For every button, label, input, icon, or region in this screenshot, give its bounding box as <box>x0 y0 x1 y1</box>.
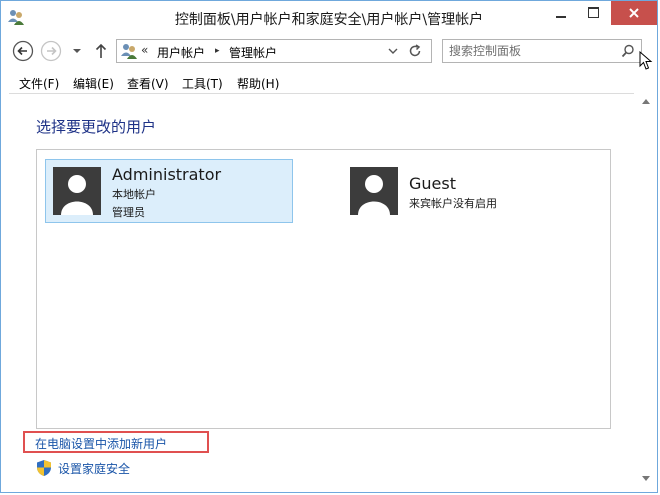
scroll-down-icon[interactable] <box>641 475 651 483</box>
search-icon[interactable] <box>621 44 635 58</box>
forward-button[interactable] <box>40 40 62 62</box>
avatar <box>53 167 101 215</box>
page-heading: 选择要更改的用户 <box>36 118 157 136</box>
user-role: 管理员 <box>112 206 145 219</box>
user-silhouette-icon <box>53 167 101 215</box>
menu-view[interactable]: 查看(V) <box>127 75 169 92</box>
menu-edit[interactable]: 编辑(E) <box>73 75 114 92</box>
maximize-icon <box>588 7 599 18</box>
menu-file[interactable]: 文件(F) <box>19 75 59 92</box>
breadcrumb-user-accounts[interactable]: 用户帐户 <box>157 44 205 61</box>
avatar <box>350 167 398 215</box>
minimize-icon <box>556 16 566 18</box>
user-status: 来宾帐户没有启用 <box>409 197 497 210</box>
close-icon <box>629 8 639 18</box>
scroll-up-icon[interactable] <box>641 97 651 105</box>
user-silhouette-icon <box>350 167 398 215</box>
minimize-button[interactable] <box>547 1 575 25</box>
search-box[interactable] <box>442 39 642 63</box>
shield-icon <box>37 460 51 476</box>
menu-bar: 文件(F) 编辑(E) 查看(V) 工具(T) 帮助(H) <box>1 71 657 93</box>
users-icon <box>8 10 24 25</box>
mouse-cursor-icon <box>639 51 653 70</box>
family-safety-label: 设置家庭安全 <box>58 462 131 476</box>
menu-tools[interactable]: 工具(T) <box>182 75 223 92</box>
add-new-user-link[interactable]: 在电脑设置中添加新用户 <box>23 431 209 453</box>
close-button[interactable] <box>611 1 657 25</box>
refresh-icon[interactable] <box>407 43 423 59</box>
maximize-button[interactable] <box>579 1 607 25</box>
user-account-type: 本地帐户 <box>112 188 156 201</box>
back-button[interactable] <box>12 40 34 62</box>
breadcrumb-separator[interactable]: ▸ <box>215 46 220 56</box>
user-name: Guest <box>409 174 456 193</box>
title-bar[interactable]: 控制面板\用户帐户和家庭安全\用户帐户\管理帐户 <box>1 1 657 35</box>
control-panel-window: 控制面板\用户帐户和家庭安全\用户帐户\管理帐户 « 用户帐户 ▸ 管理帐户 搜… <box>0 0 658 493</box>
address-bar[interactable]: « 用户帐户 ▸ 管理帐户 <box>116 39 432 63</box>
vertical-scrollbar[interactable] <box>637 93 657 491</box>
user-name: Administrator <box>112 165 222 184</box>
main-content: 选择要更改的用户 Administrator 本地帐户 管理员 Guest 来宾… <box>9 93 634 491</box>
up-arrow-icon[interactable] <box>93 40 109 62</box>
navigation-bar: « 用户帐户 ▸ 管理帐户 <box>1 35 657 70</box>
user-tile-guest[interactable]: Guest 来宾帐户没有启用 <box>342 159 572 223</box>
user-tile-administrator[interactable]: Administrator 本地帐户 管理员 <box>45 159 293 223</box>
users-icon <box>121 44 137 59</box>
search-input[interactable] <box>449 42 609 60</box>
user-list: Administrator 本地帐户 管理员 Guest 来宾帐户没有启用 <box>36 149 611 429</box>
menu-help[interactable]: 帮助(H) <box>237 75 279 92</box>
breadcrumb-manage-accounts[interactable]: 管理帐户 <box>229 44 277 61</box>
chevron-down-icon[interactable] <box>387 44 399 58</box>
recent-locations-dropdown-icon[interactable] <box>71 40 83 62</box>
address-overflow[interactable]: « <box>141 43 148 57</box>
